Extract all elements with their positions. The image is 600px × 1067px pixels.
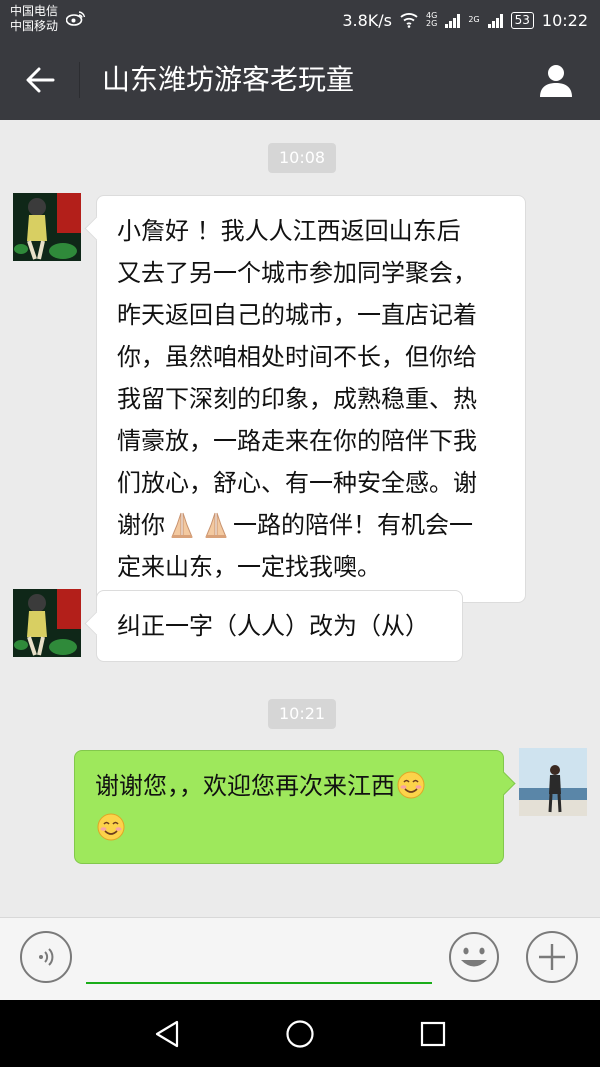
message-text: 一路的陪伴！有机会一 [233,511,473,539]
folded-hands-emoji [205,512,227,538]
timestamp: 10:21 [268,699,337,729]
message-line: 昨天返回自己的城市，一直店记着 [117,301,477,329]
message-line: 你，虽然咱相处时间不长，但你给 [117,343,477,371]
avatar-image [519,748,587,816]
person-icon [540,65,572,97]
contact-avatar[interactable] [13,193,81,261]
input-bar [0,917,600,1000]
carrier-2: 中国移动 [10,19,59,33]
message-line: 谢谢您，，欢迎您再次来江西 [95,765,483,807]
carrier-1: 中国电信 [10,4,59,18]
message-text: 谢你 [117,511,165,539]
message-line [95,807,483,849]
carrier-labels: 中国电信 中国移动 [10,4,58,34]
chat-header: 山东潍坊游客老玩童 [0,40,600,120]
message-bubble-incoming[interactable]: 小詹好 ！我人人江西返回山东后 又去了另一个城市参加同学聚会， 昨天返回自己的城… [96,195,526,603]
clock: 10:22 [541,10,588,30]
weibo-icon [66,11,86,26]
home-circle-icon [286,1020,314,1048]
message-line: 小詹好 ！我人人江西返回山东后 [117,217,461,245]
signal-icon-2 [487,12,503,28]
network-2g-label: 2G [426,19,438,28]
back-triangle-icon [155,1020,179,1048]
chat-info-button[interactable] [534,58,578,102]
signal-icon [445,12,461,28]
message-line: 谢你 一路的陪伴！有机会一 [117,504,509,546]
message-input[interactable] [86,936,432,984]
voice-button[interactable] [20,931,72,983]
voice-icon [39,948,54,966]
network-type-2: 2G [468,16,479,24]
message-bubble-outgoing[interactable]: 谢谢您，，欢迎您再次来江西 [74,750,504,864]
wifi-icon [400,13,418,28]
network-type: 4G 2G [426,12,437,28]
battery-icon: 53 [510,11,534,29]
status-bar: 中国电信 中国移动 3.8K/s 4G 2G 2G 53 10:22 [0,0,600,40]
smiley-icon [449,932,499,982]
timestamp: 10:08 [268,143,337,173]
nav-recents-button[interactable] [413,1014,453,1054]
plus-icon [539,944,565,970]
network-2g-label-2: 2G [468,15,480,24]
status-indicators: 3.8K/s 4G 2G 2G 53 10:22 [342,8,588,32]
nav-home-button[interactable] [280,1014,320,1054]
contact-avatar[interactable] [13,589,81,657]
header-divider [79,62,80,98]
message-line: 又去了另一个城市参加同学聚会， [117,259,477,287]
nav-back-button[interactable] [147,1014,187,1054]
message-line: 我留下深刻的印象，成熟稳重、热 [117,385,477,413]
back-button[interactable] [20,60,60,100]
smiling-face-emoji [397,771,425,799]
message-line: 们放心，舒心、有一种安全感。谢 [117,469,477,497]
avatar-image [13,193,81,261]
emoji-button[interactable] [448,931,500,983]
chat-title: 山东潍坊游客老玩童 [102,63,355,96]
folded-hands-emoji [171,512,193,538]
network-speed: 3.8K/s [342,10,393,30]
message-text: 纠正一字（人人）改为（从） [117,612,429,640]
system-nav-bar [0,1000,600,1067]
avatar-image [13,589,81,657]
smiling-face-emoji [97,813,125,841]
my-avatar[interactable] [519,748,587,816]
recents-square-icon [420,1021,446,1047]
message-bubble-incoming[interactable]: 纠正一字（人人）改为（从） [96,590,463,662]
battery-level: 53 [514,12,530,27]
message-line: 定来山东，一定找我噢。 [117,553,381,581]
arrow-left-icon [26,67,55,93]
more-button[interactable] [526,931,578,983]
message-text: 谢谢您，，欢迎您再次来江西 [95,772,395,800]
message-line: 情豪放，一路走来在你的陪伴下我 [117,427,477,455]
